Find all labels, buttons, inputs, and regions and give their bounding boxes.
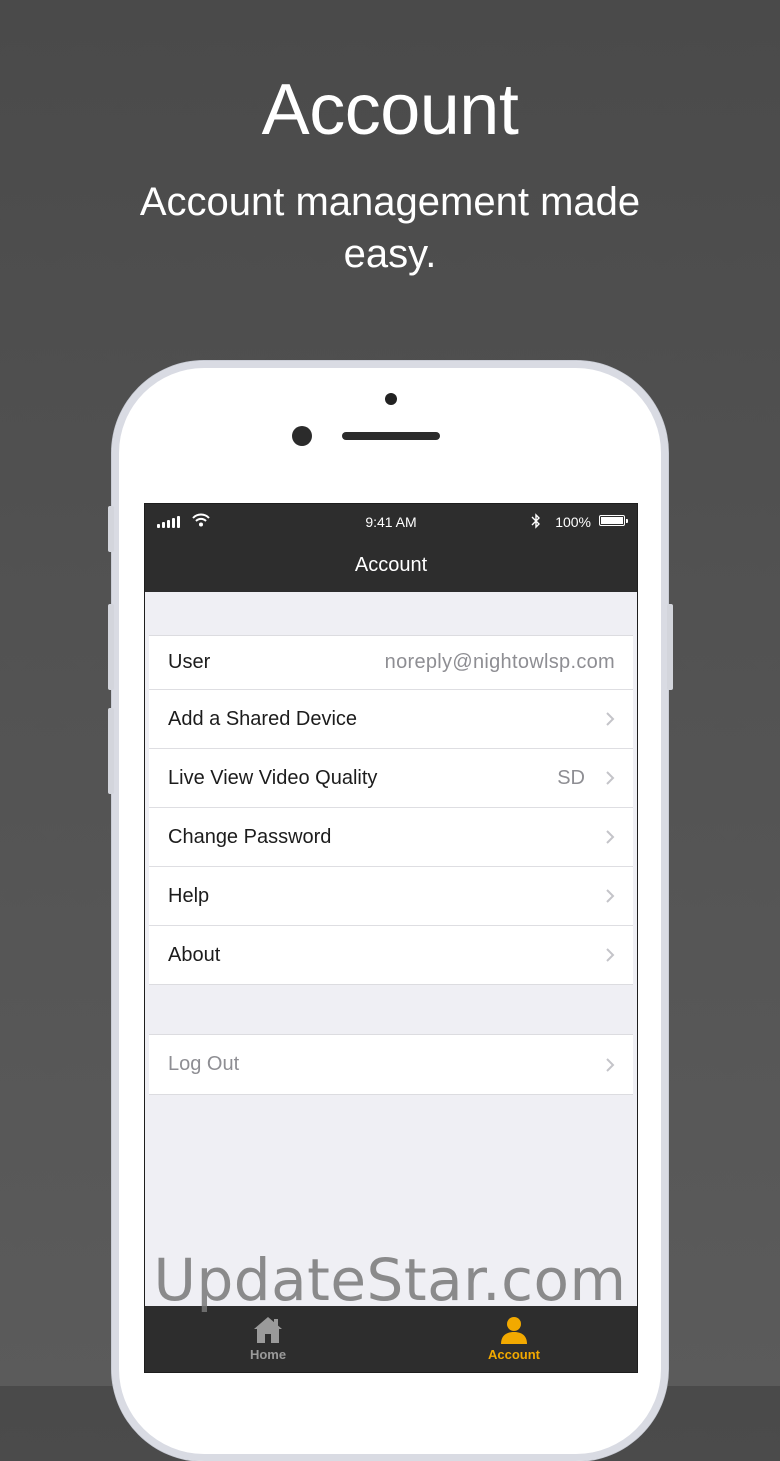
earpiece-speaker — [342, 432, 440, 440]
live-view-video-quality-row[interactable]: Live View Video Quality SD — [149, 748, 633, 807]
battery-icon — [599, 515, 628, 526]
front-camera — [292, 426, 312, 446]
change-password-label: Change Password — [168, 825, 332, 848]
tab-home[interactable]: Home — [145, 1306, 391, 1372]
chevron-right-icon — [606, 948, 615, 962]
status-bar: 9:41 AM 100% — [145, 504, 637, 542]
user-icon — [501, 1317, 527, 1344]
user-label: User — [168, 651, 211, 673]
logout-label: Log Out — [168, 1053, 240, 1075]
add-shared-device-label: Add a Shared Device — [168, 707, 358, 730]
user-email-value: noreply@nightowlsp.com — [384, 651, 615, 673]
logout-row[interactable]: Log Out — [149, 1035, 633, 1094]
watermark: UpdateStar.com — [153, 1246, 627, 1314]
chevron-right-icon — [606, 830, 615, 844]
proximity-sensor — [385, 393, 397, 405]
chevron-right-icon — [606, 712, 615, 726]
nav-title: Account — [145, 542, 637, 592]
phone-volume-down-button — [108, 708, 114, 794]
change-password-row[interactable]: Change Password — [149, 807, 633, 866]
phone-volume-up-button — [108, 604, 114, 690]
promo-headline: Account — [261, 70, 519, 150]
tab-account[interactable]: Account — [391, 1306, 637, 1372]
phone-mute-switch — [108, 506, 114, 552]
tab-bar: Home Account — [145, 1306, 637, 1372]
battery-percentage: 100% — [555, 514, 591, 530]
logout-group: Log Out — [149, 1034, 633, 1095]
help-label: Help — [168, 884, 210, 907]
add-shared-device-row[interactable]: Add a Shared Device — [149, 689, 633, 748]
tab-home-label: Home — [249, 1347, 287, 1362]
account-settings-group: User noreply@nightowlsp.com Add a Shared… — [149, 635, 633, 985]
account-settings-list: User noreply@nightowlsp.com Add a Shared… — [149, 592, 633, 1306]
tab-account-label: Account — [488, 1347, 540, 1362]
home-icon — [254, 1317, 282, 1343]
video-quality-value: SD — [557, 766, 585, 789]
bluetooth-icon — [531, 513, 540, 529]
phone-power-button — [667, 604, 673, 690]
about-row[interactable]: About — [149, 925, 633, 984]
chevron-right-icon — [606, 889, 615, 903]
phone-screen: 9:41 AM 100% Account User noreply@nighto… — [144, 503, 638, 1373]
promo-subheadline: Account management made easy. — [139, 180, 641, 276]
live-view-video-quality-label: Live View Video Quality — [168, 766, 378, 789]
user-row: User noreply@nightowlsp.com — [149, 636, 633, 689]
about-label: About — [168, 943, 221, 966]
chevron-right-icon — [606, 771, 615, 785]
chevron-right-icon — [606, 1057, 615, 1072]
help-row[interactable]: Help — [149, 866, 633, 925]
